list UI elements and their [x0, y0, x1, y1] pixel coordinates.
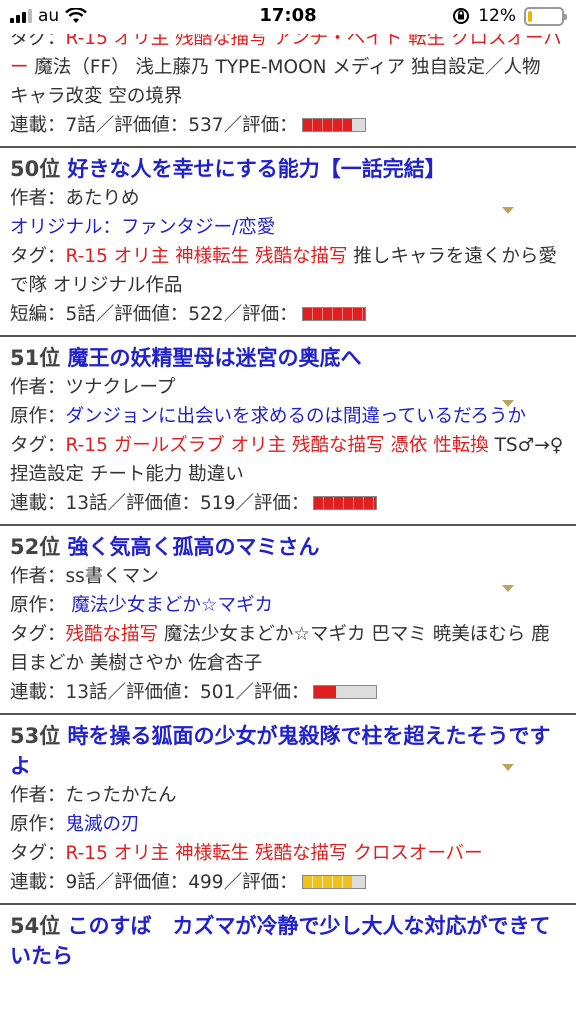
rating-bar	[301, 307, 366, 321]
author-line: 作者：たったかたん	[10, 781, 564, 810]
battery-level	[528, 10, 532, 22]
battery-percent: 12%	[478, 6, 516, 26]
author-line: 作者：ツナクレープ	[10, 373, 564, 402]
ranking-list: タグ：R-15 オリ主 残酷な描写 アンチ・ヘイト 転生 クロスオーバー 魔法（…	[0, 24, 576, 977]
ranking-entry[interactable]: 50位 好きな人を幸せにする能力【一話完結】 作者：あたりめ オリジナル：ファン…	[0, 148, 576, 337]
entry-title-line: 52位 強く気高く孤高のマミさん	[10, 532, 564, 562]
entry-title-link[interactable]: 強く気高く孤高のマミさん	[68, 535, 320, 559]
expand-arrow-icon[interactable]	[502, 764, 514, 771]
author-label: 作者：	[10, 188, 66, 209]
tags-label: タグ：	[10, 843, 66, 864]
tags-highlight[interactable]: R-15 ガールズラブ オリ主 残酷な描写 憑依 性転換	[66, 435, 489, 456]
entry-title-line: 51位 魔王の妖精聖母は迷宮の奥底へ	[10, 343, 564, 373]
tags-line: タグ：R-15 オリ主 残酷な描写 アンチ・ヘイト 転生 クロスオーバー 魔法（…	[10, 24, 564, 111]
entry-title-line: 50位 好きな人を幸せにする能力【一話完結】	[10, 154, 564, 184]
rating-bar	[313, 496, 378, 510]
original-link[interactable]: 鬼滅の刃	[66, 814, 140, 835]
tags-line: タグ：残酷な描写 魔法少女まどか☆マギカ 巴マミ 暁美ほむら 鹿目まどか 美樹さ…	[10, 620, 564, 678]
rating-bar-fill	[302, 308, 365, 320]
original-line: 原作： 魔法少女まどか☆マギカ	[10, 591, 564, 620]
tags-line: タグ：R-15 オリ主 神様転生 残酷な描写 クロスオーバー	[10, 839, 564, 868]
original-label: 原作：	[10, 406, 66, 427]
rank-label: 52位	[10, 535, 61, 559]
author-line: 作者：あたりめ	[10, 184, 564, 213]
entry-title-link[interactable]: 好きな人を幸せにする能力【一話完結】	[68, 157, 446, 181]
entry-title-link[interactable]: 時を操る狐面の少女が鬼殺隊で柱を超えたそうですよ	[10, 724, 551, 778]
expand-arrow-icon[interactable]	[502, 207, 514, 214]
author-label: 作者：	[10, 377, 66, 398]
tags-label: タグ：	[10, 624, 66, 645]
rating-bar	[301, 875, 366, 889]
entry-title-link[interactable]: このすば カズマが冷静で少し大人な対応ができていたら	[10, 914, 551, 968]
rating-bar	[301, 118, 366, 132]
tags-label: タグ：	[10, 435, 66, 456]
expand-arrow-icon[interactable]	[502, 400, 514, 407]
ranking-entry[interactable]: 51位 魔王の妖精聖母は迷宮の奥底へ 作者：ツナクレープ 原作：ダンジョンに出会…	[0, 337, 576, 526]
stats-line: 連載：13話／評価値：519／評価：	[10, 489, 564, 518]
rating-bar-fill	[302, 119, 353, 131]
ranking-entry[interactable]: タグ：R-15 オリ主 残酷な描写 アンチ・ヘイト 転生 クロスオーバー 魔法（…	[0, 24, 576, 148]
stats-text: 連載：13話／評価値：501／評価：	[10, 682, 310, 703]
rank-label: 50位	[10, 157, 61, 181]
tags-highlight[interactable]: R-15 オリ主 神様転生 残酷な描写	[66, 246, 348, 267]
stats-line: 連載：9話／評価値：499／評価：	[10, 868, 564, 897]
author-label: 作者：	[10, 785, 66, 806]
rank-label: 54位	[10, 914, 61, 938]
rating-bar-fill	[314, 686, 337, 698]
author-name[interactable]: ss書くマン	[66, 566, 159, 587]
stats-line: 連載：13話／評価値：501／評価：	[10, 678, 564, 707]
stats-text: 短編：5話／評価値：522／評価：	[10, 304, 298, 325]
stats-line: 連載：7話／評価値：537／評価：	[10, 111, 564, 140]
stats-text: 連載：7話／評価値：537／評価：	[10, 115, 298, 136]
battery-area: 12%	[452, 6, 567, 26]
rank-label: 51位	[10, 346, 61, 370]
stats-text: 連載：13話／評価値：519／評価：	[10, 493, 310, 514]
ranking-entry[interactable]: 53位 時を操る狐面の少女が鬼殺隊で柱を超えたそうですよ 作者：たったかたん 原…	[0, 715, 576, 905]
original-label: 原作：	[10, 595, 66, 616]
rating-bar	[313, 685, 378, 699]
tags-line: タグ：R-15 ガールズラブ オリ主 残酷な描写 憑依 性転換 TS♂→♀ 捏造…	[10, 431, 564, 489]
author-label: 作者：	[10, 566, 66, 587]
stats-text: 連載：9話／評価値：499／評価：	[10, 872, 298, 893]
author-line: 作者：ss書くマン	[10, 562, 564, 591]
author-name[interactable]: たったかたん	[66, 785, 177, 806]
original-link[interactable]: 魔法少女まどか☆マギカ	[66, 595, 273, 616]
genre-link[interactable]: オリジナル：ファンタジー/恋愛	[10, 213, 564, 242]
original-line: 原作：ダンジョンに出会いを求めるのは間違っているだろうか	[10, 402, 564, 431]
original-line: 原作：鬼滅の刃	[10, 810, 564, 839]
author-name[interactable]: ツナクレープ	[66, 377, 176, 398]
entry-title-link[interactable]: 魔王の妖精聖母は迷宮の奥底へ	[68, 346, 362, 370]
tags-highlight[interactable]: R-15 オリ主 神様転生 残酷な描写 クロスオーバー	[66, 843, 483, 864]
expand-arrow-icon[interactable]	[502, 585, 514, 592]
author-name[interactable]: あたりめ	[66, 188, 140, 209]
rating-bar-fill	[302, 876, 353, 888]
ranking-entry[interactable]: 54位 このすば カズマが冷静で少し大人な対応ができていたら	[0, 905, 576, 977]
original-link[interactable]: ダンジョンに出会いを求めるのは間違っているだろうか	[66, 406, 526, 427]
entry-title-line: 53位 時を操る狐面の少女が鬼殺隊で柱を超えたそうですよ	[10, 721, 564, 781]
ranking-entry[interactable]: 52位 強く気高く孤高のマミさん 作者：ss書くマン 原作： 魔法少女まどか☆マ…	[0, 526, 576, 715]
entry-title-line: 54位 このすば カズマが冷静で少し大人な対応ができていたら	[10, 911, 564, 971]
orientation-lock-icon	[453, 8, 470, 24]
rank-label: 53位	[10, 724, 61, 748]
status-bar: au 17:08 12%	[0, 0, 576, 34]
tags-line: タグ：R-15 オリ主 神様転生 残酷な描写 推しキャラを遠くから愛で隊 オリジ…	[10, 242, 564, 300]
tags-label: タグ：	[10, 246, 66, 267]
original-label: 原作：	[10, 814, 66, 835]
tags-highlight[interactable]: 残酷な描写	[66, 624, 159, 645]
tags-plain[interactable]: 魔法（FF） 浅上藤乃 TYPE-MOON メディア 独自設定／人物 キャラ改変…	[10, 57, 540, 107]
battery-icon	[524, 6, 567, 26]
rating-bar-fill	[314, 497, 377, 509]
stats-line: 短編：5話／評価値：522／評価：	[10, 300, 564, 329]
